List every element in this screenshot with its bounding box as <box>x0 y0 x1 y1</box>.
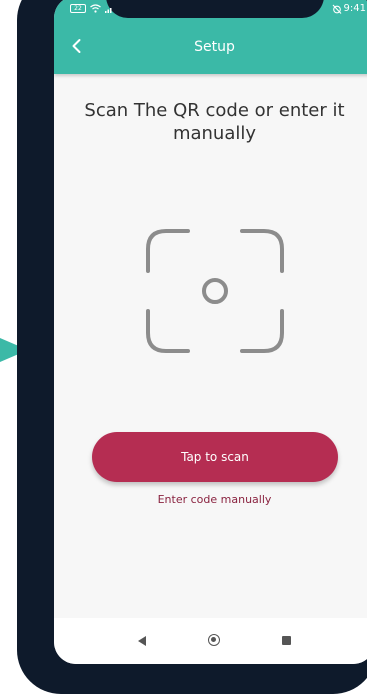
android-nav-bar <box>54 618 367 664</box>
signal-icon <box>105 7 112 13</box>
camera-notch <box>106 0 324 18</box>
alarm-off-icon <box>332 4 341 14</box>
wifi-icon <box>90 4 101 13</box>
enter-code-manually-link[interactable]: Enter code manually <box>54 493 367 506</box>
status-right: 9:41 <box>332 3 366 14</box>
status-time: 9:41 <box>343 3 366 14</box>
recents-square-icon[interactable] <box>282 636 291 645</box>
home-circle-icon[interactable] <box>208 634 220 646</box>
triangle-back-icon[interactable] <box>138 636 146 646</box>
phone-screen: 22 9:41 Setup Scan The QR code or enter … <box>54 0 367 664</box>
scan-frame-icon <box>146 229 284 353</box>
page: 22 9:41 Setup Scan The QR code or enter … <box>0 0 367 698</box>
app-bar: 22 9:41 Setup <box>54 0 367 74</box>
tap-to-scan-button[interactable]: Tap to scan <box>92 432 338 482</box>
battery-icon: 22 <box>70 4 86 13</box>
instruction-heading: Scan The QR code or enter it manually <box>84 100 345 144</box>
page-title: Setup <box>194 39 235 55</box>
status-left: 22 <box>70 4 114 13</box>
phone-frame: 22 9:41 Setup Scan The QR code or enter … <box>17 0 367 694</box>
